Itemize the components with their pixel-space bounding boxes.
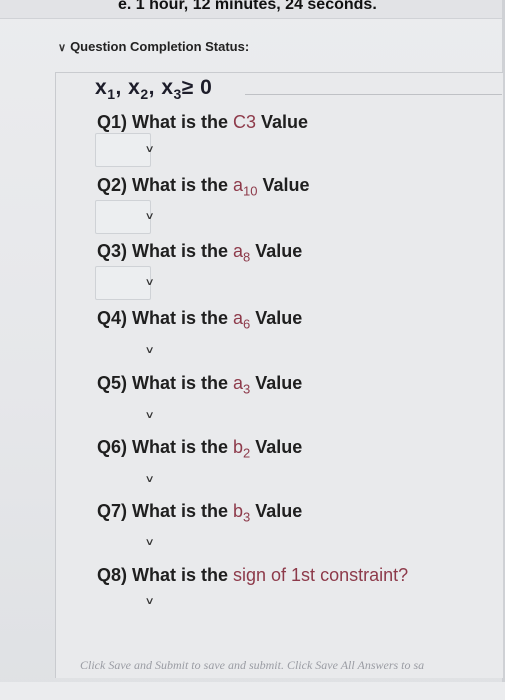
chevron-down-icon: ∨ (144, 345, 155, 356)
status-label: Question Completion Status: (70, 39, 250, 54)
question-3-dropdown[interactable]: ∨ (95, 266, 155, 300)
chevron-down-icon: ∨ (144, 410, 155, 421)
footer-strip (0, 682, 505, 700)
question-5-dropdown[interactable]: ∨ (95, 399, 155, 433)
chevron-down-icon: ∨ (144, 211, 155, 222)
chevron-down-double-icon: ∨ (58, 42, 67, 54)
question-completion-status[interactable]: ∨ Question Completion Status: (58, 39, 249, 54)
chevron-down-icon: ∨ (144, 277, 155, 288)
question-4-dropdown[interactable]: ∨ (95, 334, 155, 368)
timer-bar: e. 1 hour, 12 minutes, 24 seconds. (0, 0, 505, 19)
question-3-label: Q3) What is the a8 Value (97, 241, 303, 265)
question-1-label: Q1) What is the C3 Value (97, 112, 309, 132)
question-2-dropdown[interactable]: ∨ (95, 200, 155, 234)
question-8-label: Q8) What is the sign of 1st constraint? (97, 565, 409, 585)
time-remaining: e. 1 hour, 12 minutes, 24 seconds. (118, 0, 377, 13)
question-6-dropdown[interactable]: ∨ (95, 463, 155, 497)
chevron-down-icon: ∨ (144, 144, 155, 155)
chevron-down-icon: ∨ (144, 537, 155, 548)
chevron-down-icon: ∨ (144, 596, 155, 607)
question-1-dropdown[interactable]: ∨ (95, 133, 155, 167)
nonnegativity-constraint: x1, x2, x3≥ 0 (95, 76, 213, 103)
question-6-label: Q6) What is the b2 Value (97, 437, 303, 461)
question-2-label: Q2) What is the a10 Value (97, 175, 310, 199)
question-7-dropdown[interactable]: ∨ (95, 526, 155, 560)
chevron-down-icon: ∨ (144, 474, 155, 485)
save-instructions: Click Save and Submit to save and submit… (80, 658, 425, 672)
question-4-label: Q4) What is the a6 Value (97, 308, 303, 332)
question-7-label: Q7) What is the b3 Value (97, 501, 303, 525)
question-8-dropdown[interactable]: ∨ (95, 585, 155, 619)
question-5-label: Q5) What is the a3 Value (97, 373, 303, 397)
divider (245, 94, 502, 95)
